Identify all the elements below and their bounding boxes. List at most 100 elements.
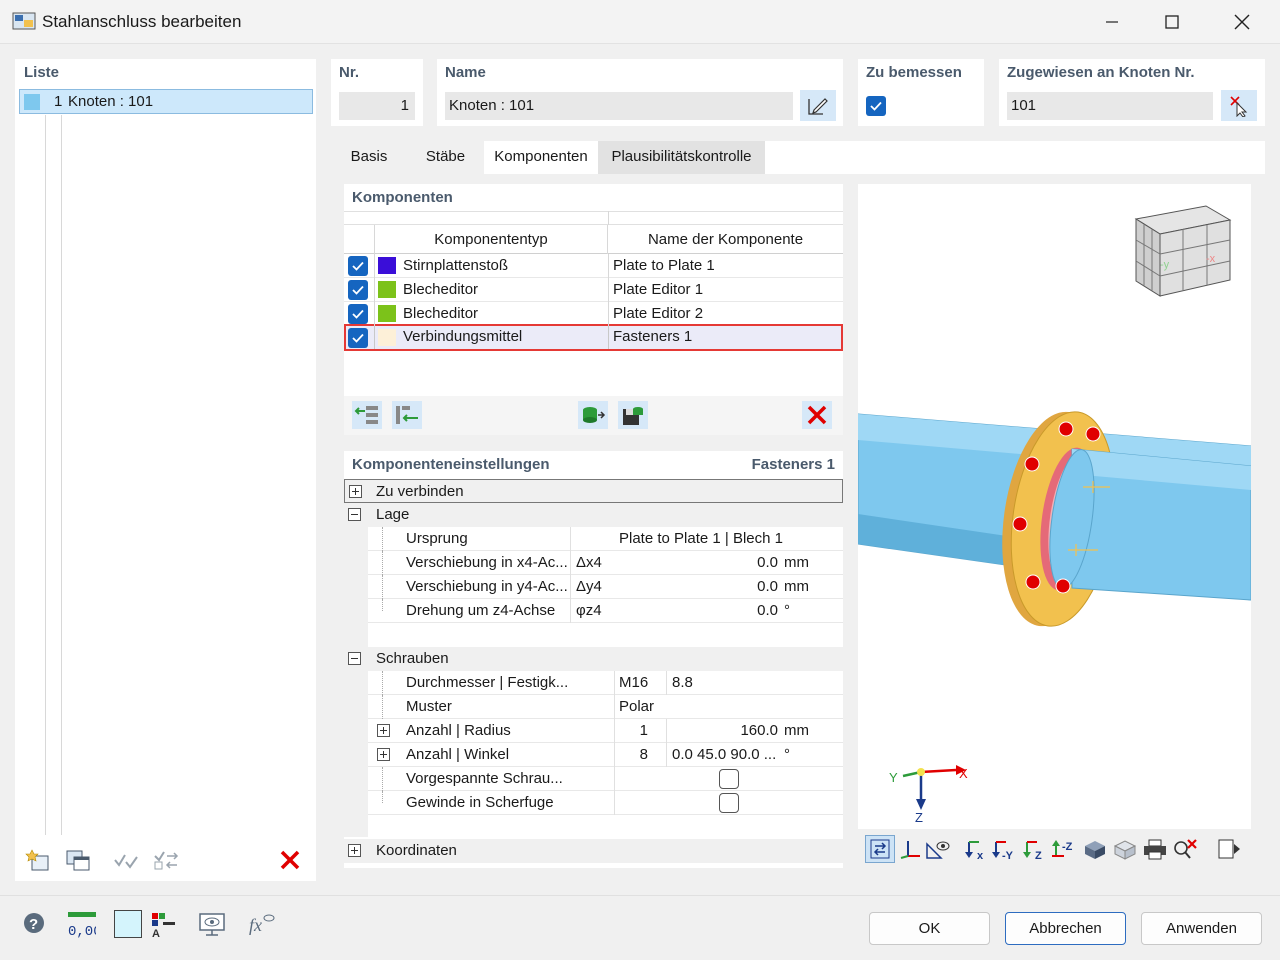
- table-row[interactable]: Stirnplattenstoß Plate to Plate 1: [344, 254, 843, 278]
- tab-staebe[interactable]: Stäbe: [407, 141, 484, 174]
- prop-value: 8.8: [672, 674, 693, 691]
- row-checkbox[interactable]: [348, 280, 368, 300]
- zoom-reset-button[interactable]: [1170, 835, 1200, 863]
- prop-value: 0.0 45.0 90.0 ...: [672, 746, 777, 763]
- view-settings-button[interactable]: [197, 910, 227, 938]
- color-button[interactable]: [114, 910, 142, 938]
- edit-name-button[interactable]: [800, 90, 836, 121]
- thread-checkbox[interactable]: [719, 793, 739, 813]
- title-bar: Stahlanschluss bearbeiten: [0, 0, 1280, 44]
- color-coding-button[interactable]: A: [148, 910, 178, 938]
- ok-button[interactable]: OK: [869, 912, 990, 945]
- new-item-button[interactable]: [23, 846, 53, 874]
- view-minus-z-button[interactable]: -Z: [1048, 835, 1078, 863]
- expand-icon[interactable]: [377, 748, 390, 761]
- tree-line: [382, 671, 383, 695]
- prop-unit: mm: [784, 722, 809, 739]
- col-divider: [608, 326, 609, 349]
- col-divider: [570, 527, 571, 551]
- tab-komponenten[interactable]: Komponenten: [484, 141, 598, 174]
- tab-basis[interactable]: Basis: [331, 141, 407, 174]
- close-button[interactable]: [1212, 0, 1272, 44]
- expand-icon[interactable]: [348, 844, 361, 857]
- minimize-button[interactable]: [1082, 0, 1142, 44]
- row-color-swatch: [378, 329, 396, 346]
- export-button[interactable]: [578, 401, 608, 429]
- table-row-selected[interactable]: Verbindungsmittel Fasteners 1: [344, 324, 843, 351]
- axes-button[interactable]: [895, 835, 925, 863]
- cancel-button[interactable]: Abbrechen: [1005, 912, 1126, 945]
- expand-icon[interactable]: [349, 485, 362, 498]
- design-checkbox[interactable]: [866, 96, 886, 116]
- prop-label: Verschiebung in x4-Ac...: [406, 554, 568, 571]
- view-z-button[interactable]: Z: [1020, 835, 1050, 863]
- list-item[interactable]: 1 Knoten : 101: [19, 89, 313, 114]
- tab-plausibilitaet[interactable]: Plausibilitätskontrolle: [598, 141, 765, 174]
- print-button[interactable]: [1140, 835, 1170, 863]
- expand-icon[interactable]: [377, 724, 390, 737]
- table-header: Komponententyp Name der Komponente: [344, 225, 843, 254]
- nr-field[interactable]: 1: [339, 92, 415, 120]
- section-lage[interactable]: Lage: [344, 503, 843, 527]
- prop-row-rotation[interactable]: Drehung um z4-Achse φz4 0.0 °: [368, 599, 843, 623]
- monitor-eye-icon: [199, 913, 225, 936]
- collapse-icon[interactable]: [348, 508, 361, 521]
- view-minus-y-button[interactable]: -Y: [990, 835, 1020, 863]
- preloaded-checkbox[interactable]: [719, 769, 739, 789]
- list-item-number: 1: [54, 93, 63, 110]
- prop-row-diameter[interactable]: Durchmesser | Festigk... M16 8.8: [368, 671, 843, 695]
- assigned-field[interactable]: 101: [1007, 92, 1213, 120]
- apply-button[interactable]: Anwenden: [1141, 912, 1262, 945]
- render-solid-button[interactable]: [1080, 835, 1110, 863]
- assigned-label: Zugewiesen an Knoten Nr.: [1007, 64, 1195, 81]
- units-button[interactable]: 0,00: [66, 910, 96, 938]
- color-coding-icon: A: [152, 913, 175, 938]
- view-sync-button[interactable]: [865, 835, 895, 863]
- insert-after-icon: [396, 406, 418, 424]
- prop-row-ursprung[interactable]: Ursprung Plate to Plate 1 | Blech 1: [368, 527, 843, 551]
- prop-row-preloaded[interactable]: Vorgespannte Schrau...: [368, 767, 843, 791]
- app-icon: [12, 12, 36, 30]
- section-koordinaten[interactable]: Koordinaten: [344, 839, 843, 863]
- move-up-button[interactable]: [352, 401, 382, 429]
- delete-item-button[interactable]: [275, 846, 305, 874]
- prop-row-shift-x[interactable]: Verschiebung in x4-Ac... Δx4 0.0 mm: [368, 551, 843, 575]
- row-checkbox[interactable]: [348, 256, 368, 276]
- copy-item-button[interactable]: [63, 846, 93, 874]
- 3d-viewport[interactable]: -y -x X Y Z: [858, 184, 1251, 829]
- table-row[interactable]: Blecheditor Plate Editor 2: [344, 302, 843, 326]
- indent-gutter: [344, 527, 368, 623]
- help-button[interactable]: ?: [19, 910, 49, 938]
- check-all-button[interactable]: [111, 846, 141, 874]
- prop-row-pattern[interactable]: Muster Polar: [368, 695, 843, 719]
- row-checkbox[interactable]: [348, 328, 368, 348]
- view-x-button[interactable]: x: [962, 835, 992, 863]
- prop-row-thread[interactable]: Gewinde in Scherfuge: [368, 791, 843, 815]
- render-transparent-button[interactable]: [1110, 835, 1140, 863]
- svg-text:-Z: -Z: [1062, 841, 1073, 853]
- move-down-button[interactable]: [392, 401, 422, 429]
- measure-button[interactable]: [923, 835, 953, 863]
- prop-row-count-angle[interactable]: Anzahl | Winkel 8 0.0 45.0 90.0 ... °: [368, 743, 843, 767]
- name-field[interactable]: Knoten : 101: [445, 92, 793, 120]
- row-name: Plate Editor 2: [613, 305, 704, 322]
- table-row[interactable]: Blecheditor Plate Editor 1: [344, 278, 843, 302]
- toggle-check-button[interactable]: [151, 846, 181, 874]
- panel-toggle-button[interactable]: [1214, 835, 1244, 863]
- row-checkbox[interactable]: [348, 304, 368, 324]
- view-sync-icon: [870, 839, 890, 859]
- pick-node-button[interactable]: [1221, 90, 1257, 121]
- check-all-icon: [114, 854, 138, 869]
- maximize-button[interactable]: [1142, 0, 1202, 44]
- prop-row-shift-y[interactable]: Verschiebung in y4-Ac... Δy4 0.0 mm: [368, 575, 843, 599]
- prop-row-count-radius[interactable]: Anzahl | Radius 1 160.0 mm: [368, 719, 843, 743]
- save-button[interactable]: [618, 401, 648, 429]
- toggle-check-icon: [154, 851, 179, 870]
- section-schrauben[interactable]: Schrauben: [344, 647, 843, 671]
- delete-component-button[interactable]: [802, 401, 832, 429]
- section-zu-verbinden[interactable]: Zu verbinden: [344, 479, 843, 503]
- delete-x-icon: [807, 405, 827, 425]
- tree-line: [61, 115, 62, 835]
- collapse-icon[interactable]: [348, 652, 361, 665]
- formula-button[interactable]: fx: [246, 910, 276, 938]
